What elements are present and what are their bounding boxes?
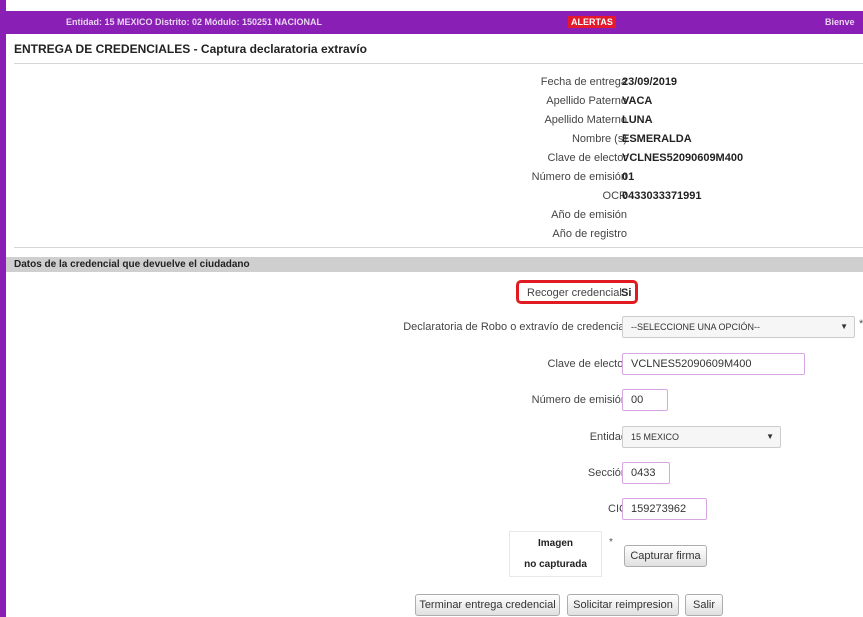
required-mark: * — [859, 318, 863, 330]
clave-elector-row: Clave de elector VCLNES52090609M400 — [14, 353, 863, 377]
left-frame-border — [0, 0, 6, 617]
info-row-numero-emision: Número de emisión 01 — [14, 171, 863, 189]
welcome-text: Bienve — [825, 17, 855, 27]
info-row-ano-registro: Año de registro — [14, 228, 863, 246]
info-label: Nombre (s) — [571, 133, 627, 145]
signature-required-mark: * — [609, 537, 613, 548]
info-value: 0433033371991 — [622, 190, 702, 202]
entidad-row: Entidad 15 MEXICO ▼ — [14, 426, 863, 450]
info-label: Fecha de entrega — [540, 76, 627, 88]
recoger-credencial-label: Recoger credencial — [527, 287, 622, 299]
alerts-link[interactable]: ALERTAS — [568, 16, 616, 28]
dropdown-arrow-icon: ▼ — [840, 322, 848, 331]
seccion-row: Sección 0433 — [14, 462, 863, 486]
cic-input[interactable]: 159273962 — [622, 498, 707, 520]
info-row-apellido-materno: Apellido Materno LUNA — [14, 114, 863, 132]
declaratoria-selected: --SELECCIONE UNA OPCIÓN-- — [631, 322, 761, 332]
capture-signature-button[interactable]: Capturar firma — [624, 545, 707, 567]
info-value: VCLNES52090609M400 — [622, 152, 744, 164]
declaratoria-label: Declaratoria de Robo o extravío de crede… — [403, 321, 627, 333]
recoger-credencial-value: Si — [621, 287, 632, 299]
section-header: Datos de la credencial que devuelve el c… — [6, 257, 863, 272]
request-reprint-button[interactable]: Solicitar reimpresion — [567, 594, 679, 616]
clave-elector-value: VCLNES52090609M400 — [631, 358, 752, 370]
cic-value: 159273962 — [631, 503, 687, 515]
info-row-apellido-paterno: Apellido Paterno VACA — [14, 95, 863, 113]
recoger-credencial-highlight: Recoger credencial Si — [516, 280, 638, 304]
title-divider — [14, 63, 863, 64]
dropdown-arrow-icon: ▼ — [766, 432, 774, 441]
info-row-ano-emision: Año de emisión — [14, 209, 863, 227]
seccion-input[interactable]: 0433 — [622, 462, 670, 484]
declaratoria-row: Declaratoria de Robo o extravío de crede… — [14, 316, 863, 340]
info-row-clave-elector: Clave de elector VCLNES52090609M400 — [14, 152, 863, 170]
info-value: ESMERALDA — [622, 133, 692, 145]
cic-row: CIC 159273962 — [14, 498, 863, 522]
page-title: ENTREGA DE CREDENCIALES - Captura declar… — [14, 42, 367, 56]
exit-button[interactable]: Salir — [685, 594, 723, 616]
signature-placeholder-line2: no capturada — [524, 559, 587, 570]
info-row-ocr: OCR 0433033371991 — [14, 190, 863, 208]
numero-emision-row: Número de emisión 00 — [14, 389, 863, 413]
office-context: Entidad: 15 MEXICO Distrito: 02 Módulo: … — [66, 17, 323, 27]
top-bar: Entidad: 15 MEXICO Distrito: 02 Módulo: … — [6, 11, 863, 34]
info-divider — [14, 247, 863, 248]
info-row-nombre: Nombre (s) ESMERALDA — [14, 133, 863, 151]
info-value: LUNA — [622, 114, 653, 126]
declaratoria-select[interactable]: --SELECCIONE UNA OPCIÓN-- ▼ — [622, 316, 855, 338]
numero-emision-value: 00 — [631, 394, 644, 406]
seccion-value: 0433 — [631, 467, 656, 479]
info-label: Número de emisión — [531, 171, 627, 183]
info-value: 23/09/2019 — [622, 76, 678, 88]
numero-emision-label: Número de emisión — [531, 394, 627, 406]
info-value: VACA — [622, 95, 653, 107]
clave-elector-label: Clave de elector — [547, 358, 628, 370]
info-label: Año de registro — [552, 228, 627, 240]
clave-elector-input[interactable]: VCLNES52090609M400 — [622, 353, 805, 375]
entidad-selected: 15 MEXICO — [631, 432, 680, 442]
info-label: Año de emisión — [551, 209, 627, 221]
info-label: Apellido Materno — [544, 114, 627, 126]
info-value: 01 — [622, 171, 635, 183]
info-label: Clave de elector — [547, 152, 628, 164]
signature-placeholder-line1: Imagen — [537, 538, 573, 549]
info-row-fecha-entrega: Fecha de entrega 23/09/2019 — [14, 76, 863, 94]
signature-image-placeholder: Imagen no capturada — [509, 531, 602, 577]
numero-emision-input[interactable]: 00 — [622, 389, 668, 411]
entidad-select[interactable]: 15 MEXICO ▼ — [622, 426, 781, 448]
info-label: Apellido Paterno — [546, 95, 627, 107]
finish-delivery-button[interactable]: Terminar entrega credencial — [415, 594, 560, 616]
section-title: Datos de la credencial que devuelve el c… — [14, 259, 250, 270]
